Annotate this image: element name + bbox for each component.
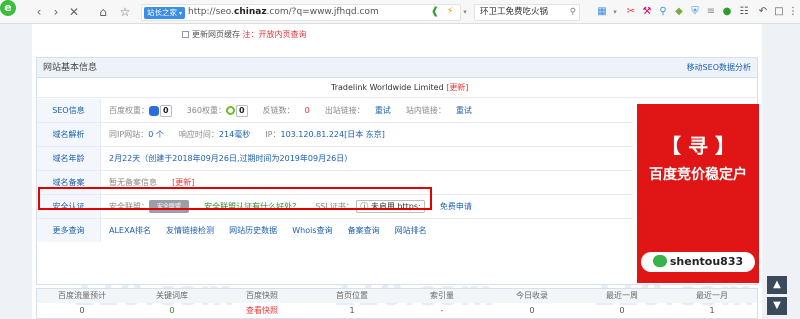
stat-value: 0	[79, 306, 85, 315]
panel-header: 网站基本信息 移动SEO数据分析	[37, 58, 757, 78]
dns-content: 同IP网站：0 个 响应时间：214毫秒 IP：103.120.81.224[日…	[109, 130, 385, 139]
stat-col: 最近一月 1	[667, 289, 757, 319]
stat-col: 百度流量预计 0	[37, 289, 127, 319]
snapshot-link[interactable]: 查看快照	[217, 303, 307, 319]
ssl-apply-link[interactable]: 免费申请	[440, 202, 472, 211]
chat-icon[interactable]: ●	[720, 5, 734, 19]
domain-age-value: 2月22天（创建于2018年09月26日,过期时间为2019年09月26日）	[109, 154, 353, 163]
dropdown-icon[interactable]: ▾	[608, 5, 622, 19]
domain-age-content: 2月22天（创建于2018年09月26日,过期时间为2019年09月26日）	[109, 147, 352, 170]
ranking-link[interactable]: 网站排名	[395, 226, 427, 235]
lightning-icon[interactable]: ⚡	[443, 5, 457, 19]
more-icon[interactable]: ⋮	[786, 5, 800, 19]
company-row: Tradelink Worldwide Limited [更新]	[37, 78, 757, 98]
ip-address[interactable]: 103.120.81.224[日本 东京]	[280, 130, 384, 139]
panel-title: 网站基本信息	[43, 63, 98, 73]
apps-icon[interactable]: ☷	[737, 5, 751, 19]
stat-value: 1	[349, 306, 355, 315]
site-info-panel: 网站基本信息 移动SEO数据分析 Tradelink Worldwide Lim…	[36, 57, 759, 285]
undo-icon[interactable]: ↶	[756, 5, 770, 19]
star-icon[interactable]: ☆	[116, 2, 134, 22]
stat-value: 0	[619, 306, 625, 315]
scroll-up-button[interactable]: ▲	[767, 276, 787, 294]
domain-age-label[interactable]: 域名年龄	[37, 147, 101, 170]
address-bar[interactable]: 站长之家 ▾ http://seo.chinaz.com/?q=www.jfhqd…	[141, 4, 461, 21]
mobile-seo-link[interactable]: 移动SEO数据分析	[687, 58, 751, 78]
close-icon[interactable]: ✕	[65, 2, 83, 22]
baidu-icon	[149, 105, 159, 116]
stat-value: -	[440, 306, 444, 315]
alexa-link[interactable]: ALEXA排名	[109, 226, 151, 235]
history-link[interactable]: 网站历史数据	[229, 226, 277, 235]
domain-age-row: 域名年龄 2月22天（创建于2018年09月26日,过期时间为2019年09月2…	[37, 147, 633, 171]
stat-col: 首页位置 1	[307, 289, 397, 319]
s360-weight[interactable]: 0	[235, 104, 248, 117]
sameip-value[interactable]: 0 个	[148, 130, 164, 139]
cache-note: 注：开放内页查询	[242, 30, 307, 39]
s360-icon	[225, 106, 235, 115]
grid-icon[interactable]: ▦	[595, 5, 609, 19]
search-input[interactable]: 环卫工免费吃火锅 ⚲	[474, 4, 580, 21]
dns-row: 域名解析 同IP网站：0 个 响应时间：214毫秒 IP：103.120.81.…	[37, 123, 633, 147]
cache-row: 更新网页缓存 注：开放内页查询	[182, 29, 307, 40]
wechat-icon	[652, 255, 667, 267]
response-time: 214毫秒	[218, 130, 251, 139]
baidu-weight[interactable]: 0	[160, 104, 172, 117]
browser-toolbar: e ‹ › ✕ ⌂ ☆ 站长之家 ▾ http://seo.chinaz.com/…	[0, 0, 800, 24]
whois-link[interactable]: Whois查询	[292, 226, 332, 235]
dns-label[interactable]: 域名解析	[37, 123, 101, 146]
ad-banner[interactable]: 【 寻 】 百度竞价稳定户 shentou833	[637, 104, 759, 283]
icp-query-link[interactable]: 备案查询	[348, 226, 380, 235]
icp-update-link[interactable]: [更新]	[172, 178, 194, 187]
seo-label[interactable]: SEO信息	[37, 99, 101, 122]
back-icon[interactable]: ‹	[30, 2, 48, 22]
dropdown-icon[interactable]: ▾	[458, 5, 472, 19]
shield-icon[interactable]: ⛨	[688, 5, 702, 19]
ad-wechat-pill[interactable]: shentou833	[641, 252, 755, 272]
url-text[interactable]: http://seo.chinaz.com/?q=www.jfhqd.com	[188, 5, 379, 20]
page-icon[interactable]: □	[772, 5, 786, 19]
stat-value: 1	[709, 306, 715, 315]
outlinks-retry[interactable]: 重试	[375, 106, 391, 115]
ad-headline: 【 寻 】	[661, 134, 735, 158]
scroll-down-button[interactable]: ▼	[767, 297, 787, 315]
company-name: Tradelink Worldwide Limited [更新]	[331, 83, 469, 92]
share-icon[interactable]: ❰	[428, 5, 442, 19]
menu-icon[interactable]: ≡	[704, 5, 718, 19]
stats-table: 百度流量预计 0 关键词库 0 百度快照 查看快照 首页位置 1 索引量 - 今日收录 0 …	[36, 288, 758, 319]
more-queries-content: ALEXA排名 友情链接检测 网站历史数据 Whois查询 备案查询 网站排名	[109, 219, 427, 242]
stat-value: 0	[529, 306, 535, 315]
ad-text: 百度竞价稳定户	[649, 167, 747, 183]
highlight-box	[38, 187, 432, 210]
cache-checkbox[interactable]	[182, 31, 189, 38]
icp-value: 暂无备案信息	[109, 178, 157, 187]
home-icon[interactable]: ⌂	[94, 2, 112, 22]
scissors-icon[interactable]: ✂	[624, 5, 638, 19]
seo-row: SEO信息 百度权重： 0 360权重： 0 反链数： 0 出站链接： 重试 站内链接：…	[37, 99, 633, 123]
seo-content: 百度权重： 0 360权重： 0 反链数： 0 出站链接： 重试 站内链接： 重试	[109, 104, 472, 117]
stat-col: 最近一周 0	[577, 289, 667, 319]
puzzle-icon[interactable]: ◆	[672, 5, 686, 19]
site-badge[interactable]: 站长之家 ▾	[144, 7, 186, 19]
browser-logo-icon[interactable]: e	[0, 0, 16, 16]
more-queries-row: 更多查询 ALEXA排名 友情链接检测 网站历史数据 Whois查询 备案查询 …	[37, 219, 633, 243]
search-tool-icon[interactable]: ⚲	[656, 5, 670, 19]
more-queries-label[interactable]: 更多查询	[37, 219, 101, 242]
stat-col: 百度快照 查看快照	[217, 289, 307, 319]
backlinks-value[interactable]: 0	[305, 106, 310, 115]
cache-label[interactable]: 更新网页缓存	[192, 30, 240, 39]
stat-col: 索引量 -	[397, 289, 487, 319]
stat-col: 关键词库 0	[127, 289, 217, 319]
forward-icon[interactable]: ›	[47, 2, 65, 22]
friend-links-link[interactable]: 友情链接检测	[166, 226, 214, 235]
search-icon[interactable]: ⚲	[570, 5, 576, 20]
tools-icon[interactable]: ⚒	[640, 5, 654, 19]
inlinks-retry[interactable]: 重试	[456, 106, 472, 115]
stat-value[interactable]: 0	[127, 303, 217, 319]
company-update-link[interactable]: [更新]	[446, 83, 468, 92]
page-content: 110.com 110.com 110.com 110.com 110.com …	[32, 24, 762, 319]
stat-col: 今日收录 0	[487, 289, 577, 319]
